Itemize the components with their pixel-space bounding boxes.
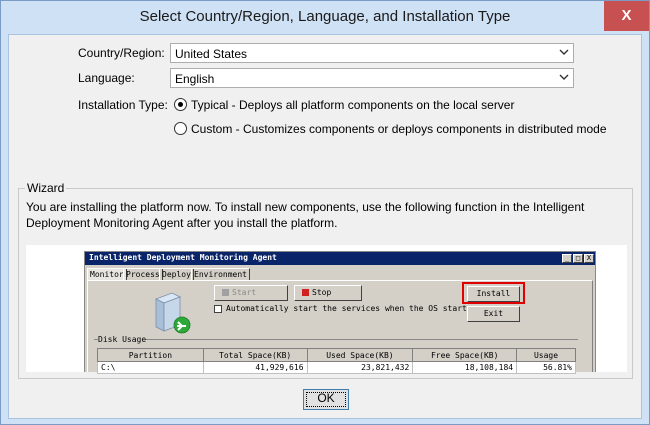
agent-title-bar: Intelligent Deployment Monitoring Agent … [85,252,595,265]
server-icon [155,292,191,334]
wizard-group: Wizard You are installing the platform n… [18,181,633,379]
agent-title: Intelligent Deployment Monitoring Agent [89,253,277,262]
agent-window-preview: Intelligent Deployment Monitoring Agent … [84,251,596,374]
custom-option-label[interactable]: Custom - Customizes components or deploy… [191,122,607,136]
start-icon [222,289,229,296]
column-header: Total Space(KB) [202,348,308,362]
column-header: Free Space(KB) [412,348,518,362]
window-title: Select Country/Region, Language, and Ins… [139,8,511,25]
agent-preview-image: Intelligent Deployment Monitoring Agent … [26,245,627,374]
chevron-down-icon [559,49,569,55]
column-header: Partition [97,348,204,362]
agent-start-button: Start [214,285,288,301]
table-cell: 23,821,432 [306,361,414,374]
maximize-icon: □ [573,254,583,263]
table-row: C:\ 41,929,616 23,821,432 18,108,184 56.… [97,361,576,374]
language-label: Language: [78,71,135,85]
table-cell: 56.81% [516,361,576,374]
minimize-icon: _ [562,254,572,263]
stop-icon [302,289,309,296]
agent-stop-button: Stop [294,285,362,301]
agent-install-button: Install [467,286,520,302]
focus-rectangle [306,392,346,407]
table-header-row: Partition Total Space(KB) Used Space(KB)… [97,348,576,362]
disk-usage-label: Disk Usage [98,335,147,344]
country-select[interactable]: United States [170,43,574,63]
wizard-legend: Wizard [25,181,67,195]
autostart-label: Automatically start the services when th… [226,304,477,313]
installer-window: Select Country/Region, Language, and Ins… [0,0,650,425]
ok-button[interactable]: OK [303,389,349,410]
radio-selected-dot [178,102,183,107]
disk-usage-group: Disk Usage Partition Total Space(KB) Use… [94,335,578,374]
disk-usage-table: Partition Total Space(KB) Used Space(KB)… [97,348,576,374]
wizard-description: You are installing the platform now. To … [26,200,585,230]
title-bar[interactable]: Select Country/Region, Language, and Ins… [1,1,649,34]
autostart-checkbox [214,305,222,313]
table-cell: 18,108,184 [412,361,518,374]
close-icon: X [584,254,594,263]
column-header: Usage [516,348,576,362]
language-value: English [175,72,215,86]
dialog-body: Country/Region: United States Language: … [8,34,642,419]
table-cell: C:\ [97,361,204,374]
country-value: United States [175,47,248,61]
custom-radio[interactable] [174,122,187,135]
country-label: Country/Region: [78,46,165,60]
chevron-down-icon [559,74,569,80]
typical-option-label[interactable]: Typical - Deploys all platform component… [191,98,514,112]
close-button[interactable]: X [604,1,649,31]
table-cell: 41,929,616 [202,361,308,374]
agent-exit-button: Exit [467,306,520,322]
column-header: Used Space(KB) [306,348,414,362]
language-select[interactable]: English [170,68,574,88]
close-icon: X [621,7,632,24]
install-type-label: Installation Type: [78,98,168,112]
typical-radio[interactable] [174,98,187,111]
